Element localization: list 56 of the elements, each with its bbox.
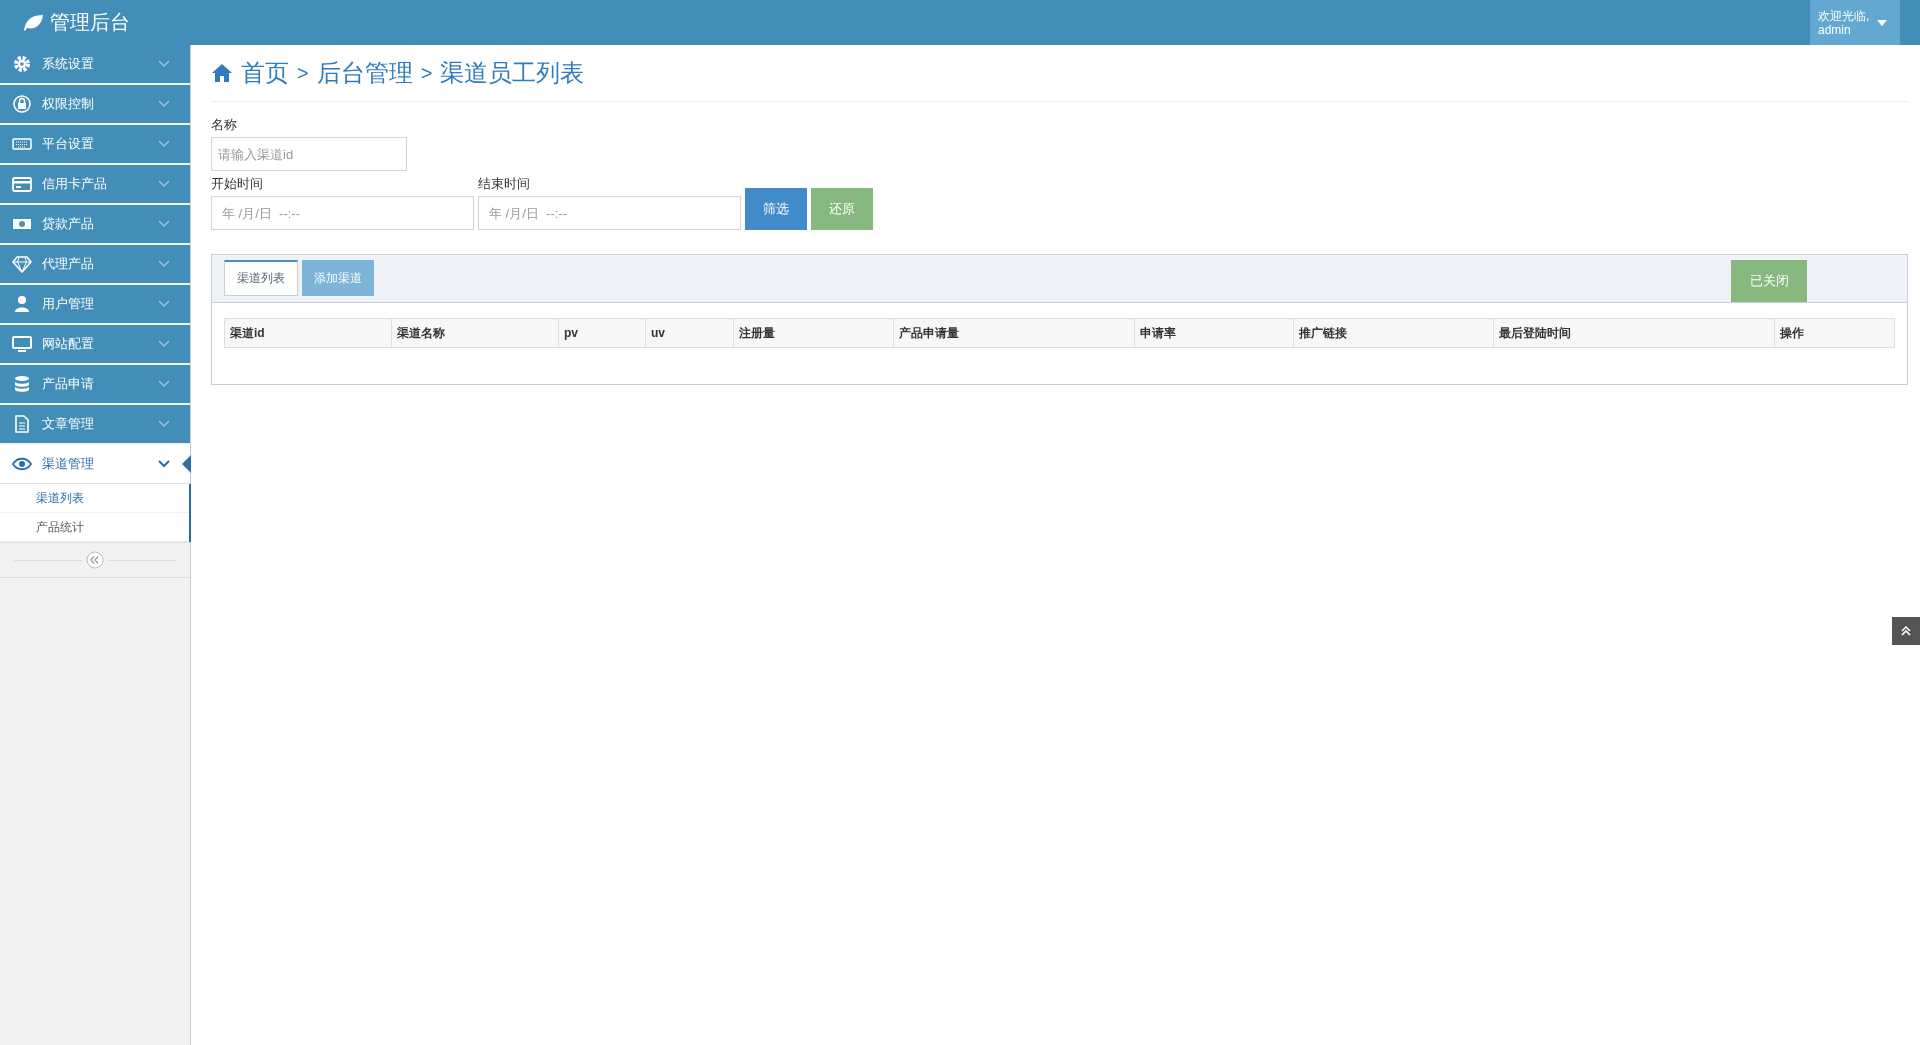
sidebar-item[interactable]: 渠道管理 bbox=[0, 445, 190, 484]
eye-icon bbox=[12, 455, 32, 473]
column-header: 渠道id bbox=[224, 318, 392, 348]
input-field[interactable]: 请输入渠道id bbox=[211, 137, 407, 171]
tab[interactable]: 渠道列表 bbox=[224, 260, 298, 296]
column-header: 注册量 bbox=[733, 318, 894, 348]
app-title: 管理后台 bbox=[50, 10, 130, 35]
double-chevron-icon bbox=[1901, 626, 1911, 636]
scroll-top-button[interactable] bbox=[1892, 617, 1920, 645]
sidebar-item[interactable]: 产品申请 bbox=[0, 365, 190, 403]
user-icon bbox=[12, 295, 32, 313]
breadcrumb-link[interactable]: 首页 bbox=[241, 57, 289, 89]
sidebar-item[interactable]: 代理产品 bbox=[0, 245, 190, 283]
sidebar-item[interactable]: 系统设置 bbox=[0, 45, 190, 83]
breadcrumb-separator: > bbox=[420, 61, 433, 85]
sidebar-item[interactable]: 用户管理 bbox=[0, 285, 190, 323]
field-label: 名称 bbox=[211, 116, 238, 134]
home-icon[interactable] bbox=[211, 63, 233, 83]
lock-icon bbox=[12, 95, 32, 113]
caret-icon bbox=[1877, 19, 1888, 26]
user-menu[interactable]: 欢迎光临, admin bbox=[1810, 0, 1900, 45]
submenu-item[interactable]: 产品统计 bbox=[0, 513, 189, 542]
doc-icon bbox=[12, 415, 32, 433]
breadcrumb-link[interactable]: 后台管理 bbox=[316, 57, 413, 89]
column-header: 渠道名称 bbox=[391, 318, 559, 348]
database-icon bbox=[12, 375, 32, 393]
sidebar-item[interactable]: 贷款产品 bbox=[0, 205, 190, 243]
sidebar-item[interactable]: 文章管理 bbox=[0, 405, 190, 443]
column-header: 最后登陆时间 bbox=[1493, 318, 1775, 348]
submenu-item[interactable]: 渠道列表 bbox=[0, 484, 189, 513]
monitor-icon bbox=[12, 335, 32, 353]
column-header: 产品申请量 bbox=[893, 318, 1135, 348]
active-indicator-icon bbox=[182, 455, 191, 473]
sidebar-item[interactable]: 平台设置 bbox=[0, 125, 190, 163]
field-label: 结束时间 bbox=[478, 175, 531, 193]
column-header: 推广链接 bbox=[1293, 318, 1494, 348]
date-field[interactable]: 年 /月/日 --:-- bbox=[211, 196, 474, 230]
status-button[interactable]: 已关闭 bbox=[1731, 260, 1807, 302]
column-header: pv bbox=[558, 318, 646, 348]
sidebar-item[interactable]: 网站配置 bbox=[0, 325, 190, 363]
diamond-icon bbox=[12, 255, 32, 273]
field-label: 开始时间 bbox=[211, 175, 264, 193]
breadcrumb-separator: > bbox=[297, 61, 309, 85]
sidebar-item[interactable]: 信用卡产品 bbox=[0, 165, 190, 203]
tab[interactable]: 添加渠道 bbox=[302, 260, 374, 296]
column-header: 申请率 bbox=[1134, 318, 1294, 348]
sidebar-item[interactable]: 权限控制 bbox=[0, 85, 190, 123]
column-header: uv bbox=[645, 318, 734, 348]
reset-button[interactable]: 还原 bbox=[811, 188, 873, 230]
column-header: 操作 bbox=[1774, 318, 1895, 348]
date-field[interactable]: 年 /月/日 --:-- bbox=[478, 196, 741, 230]
leaf-icon bbox=[22, 13, 44, 32]
collapse-icon[interactable] bbox=[86, 551, 104, 569]
keyboard-icon bbox=[12, 135, 32, 153]
card-icon bbox=[12, 175, 32, 193]
filter-button[interactable]: 筛选 bbox=[745, 188, 807, 230]
